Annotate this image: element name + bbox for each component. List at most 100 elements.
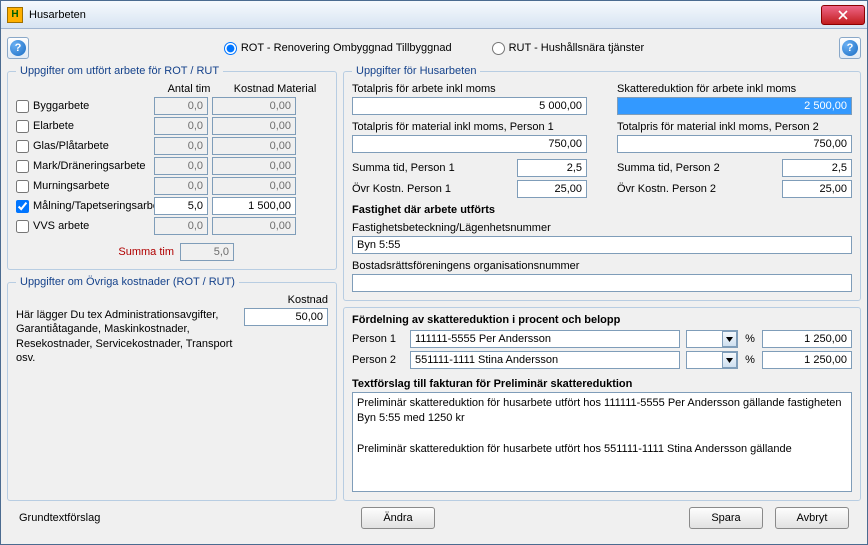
work-cost-input xyxy=(212,137,296,155)
work-hours-input[interactable] xyxy=(154,197,208,215)
work-item-label[interactable]: Glas/Plåtarbete xyxy=(16,140,150,153)
work-item-checkbox[interactable] xyxy=(16,180,29,193)
total-work-label: Totalpris för arbete inkl moms xyxy=(352,83,587,95)
col-cost-header: Kostnad Material xyxy=(222,83,328,95)
titlebar: H Husarbeten xyxy=(1,1,867,29)
work-item-text: VVS arbete xyxy=(33,220,89,232)
time-p2-label: Summa tid, Person 2 xyxy=(617,162,774,174)
work-item-label[interactable]: Målning/Tapetseringsarbete xyxy=(16,200,150,213)
text-suggestion-heading: Textförslag till fakturan för Preliminär… xyxy=(352,378,852,390)
rot-radio[interactable]: ROT - Renovering Ombyggnad Tillbyggnad xyxy=(224,42,452,55)
work-item-text: Elarbete xyxy=(33,120,74,132)
other-cost-desc: Här lägger Du tex Administrationsavgifte… xyxy=(16,308,234,365)
work-item-text: Målning/Tapetseringsarbete xyxy=(33,200,168,212)
close-icon xyxy=(838,10,848,20)
person1-label: Person 1 xyxy=(352,333,404,345)
time-p1-input[interactable] xyxy=(517,159,587,177)
rut-radio-input[interactable] xyxy=(492,42,505,55)
work-item-checkbox[interactable] xyxy=(16,140,29,153)
property-heading: Fastighet där arbete utförts xyxy=(352,204,852,216)
work-item-label[interactable]: Elarbete xyxy=(16,120,150,133)
pct-sign-1: % xyxy=(744,333,756,345)
help-button-right[interactable]: ? xyxy=(839,37,861,59)
tax-reduction-label: Skattereduktion för arbete inkl moms xyxy=(617,83,852,95)
split-fieldset: Fördelning av skattereduktion i procent … xyxy=(343,307,861,501)
husarbeten-legend: Uppgifter för Husarbeten xyxy=(352,65,480,77)
work-cost-input xyxy=(212,217,296,235)
app-icon: H xyxy=(7,7,23,23)
brf-input[interactable] xyxy=(352,274,852,292)
rot-radio-input[interactable] xyxy=(224,42,237,55)
person2-label: Person 2 xyxy=(352,354,404,366)
app-window: H Husarbeten ? ROT - Renovering Ombyggna… xyxy=(0,0,868,545)
ovr-p1-label: Övr Kostn. Person 1 xyxy=(352,183,509,195)
work-cost-input xyxy=(212,117,296,135)
person2-name-input[interactable] xyxy=(410,351,680,369)
andra-button[interactable]: Ändra xyxy=(361,507,435,529)
work-item-checkbox[interactable] xyxy=(16,220,29,233)
hus-time-row: Summa tid, Person 1 Summa tid, Person 2 xyxy=(352,159,852,177)
tax-reduction-input[interactable] xyxy=(617,97,852,115)
right-column: Uppgifter för Husarbeten Totalpris för a… xyxy=(343,65,861,501)
person1-amount-input[interactable] xyxy=(762,330,852,348)
spara-button[interactable]: Spara xyxy=(689,507,763,529)
work-item-label[interactable]: Mark/Dräneringsarbete xyxy=(16,160,150,173)
person2-row: Person 2 % xyxy=(352,351,852,369)
work-item-checkbox[interactable] xyxy=(16,120,29,133)
work-row: Målning/Tapetseringsarbete xyxy=(16,197,328,215)
help-icon: ? xyxy=(10,40,26,56)
work-cost-input xyxy=(212,177,296,195)
mat-p2-label: Totalpris för material inkl moms, Person… xyxy=(617,121,852,133)
work-item-label[interactable]: VVS arbete xyxy=(16,220,150,233)
work-hours-input xyxy=(154,137,208,155)
hus-material-row: Totalpris för material inkl moms, Person… xyxy=(352,121,852,153)
ovr-p1-input[interactable] xyxy=(517,180,587,198)
person1-name-input[interactable] xyxy=(410,330,680,348)
property-section: Fastighet där arbete utförts xyxy=(352,204,852,216)
work-item-label[interactable]: Murningsarbete xyxy=(16,180,150,193)
work-item-checkbox[interactable] xyxy=(16,160,29,173)
work-cost-input xyxy=(212,97,296,115)
person1-pct-combo[interactable] xyxy=(686,330,738,348)
mat-p1-label: Totalpris för material inkl moms, Person… xyxy=(352,121,587,133)
work-hours-input xyxy=(154,97,208,115)
work-item-checkbox[interactable] xyxy=(16,200,29,213)
person2-pct-dropdown-button[interactable] xyxy=(722,352,737,368)
work-item-text: Mark/Dräneringsarbete xyxy=(33,160,146,172)
hus-ovr-row: Övr Kostn. Person 1 Övr Kostn. Person 2 xyxy=(352,180,852,198)
person1-pct-dropdown-button[interactable] xyxy=(722,331,737,347)
work-fieldset: Uppgifter om utfört arbete för ROT / RUT… xyxy=(7,65,337,270)
service-type-radio-group: ROT - Renovering Ombyggnad Tillbyggnad R… xyxy=(35,42,833,55)
work-row: Byggarbete xyxy=(16,97,328,115)
time-p1-label: Summa tid, Person 1 xyxy=(352,162,509,174)
work-item-text: Murningsarbete xyxy=(33,180,109,192)
person2-amount-input[interactable] xyxy=(762,351,852,369)
work-row: Mark/Dräneringsarbete xyxy=(16,157,328,175)
ovr-p2-input[interactable] xyxy=(782,180,852,198)
avbryt-button[interactable]: Avbryt xyxy=(775,507,849,529)
work-cost-input[interactable] xyxy=(212,197,296,215)
text-suggestion-area[interactable]: Preliminär skattereduktion för husarbete… xyxy=(352,392,852,492)
person2-pct-combo[interactable] xyxy=(686,351,738,369)
work-hours-input xyxy=(154,117,208,135)
work-item-checkbox[interactable] xyxy=(16,100,29,113)
person1-row: Person 1 % xyxy=(352,330,852,348)
work-row: VVS arbete xyxy=(16,217,328,235)
rut-radio[interactable]: RUT - Hushållsnära tjänster xyxy=(492,42,645,55)
mat-p1-input[interactable] xyxy=(352,135,587,153)
time-p2-input[interactable] xyxy=(782,159,852,177)
rut-radio-label: RUT - Hushållsnära tjänster xyxy=(509,42,645,54)
work-cost-input xyxy=(212,157,296,175)
sum-hours-value xyxy=(180,243,234,261)
chevron-down-icon xyxy=(726,358,733,363)
mat-p2-input[interactable] xyxy=(617,135,852,153)
total-work-input[interactable] xyxy=(352,97,587,115)
husarbeten-fieldset: Uppgifter för Husarbeten Totalpris för a… xyxy=(343,65,861,301)
work-item-text: Glas/Plåtarbete xyxy=(33,140,109,152)
close-button[interactable] xyxy=(821,5,865,25)
left-column: Uppgifter om utfört arbete för ROT / RUT… xyxy=(7,65,337,501)
other-cost-input[interactable] xyxy=(244,308,328,326)
help-button-left[interactable]: ? xyxy=(7,37,29,59)
property-id-input[interactable] xyxy=(352,236,852,254)
work-item-label[interactable]: Byggarbete xyxy=(16,100,150,113)
